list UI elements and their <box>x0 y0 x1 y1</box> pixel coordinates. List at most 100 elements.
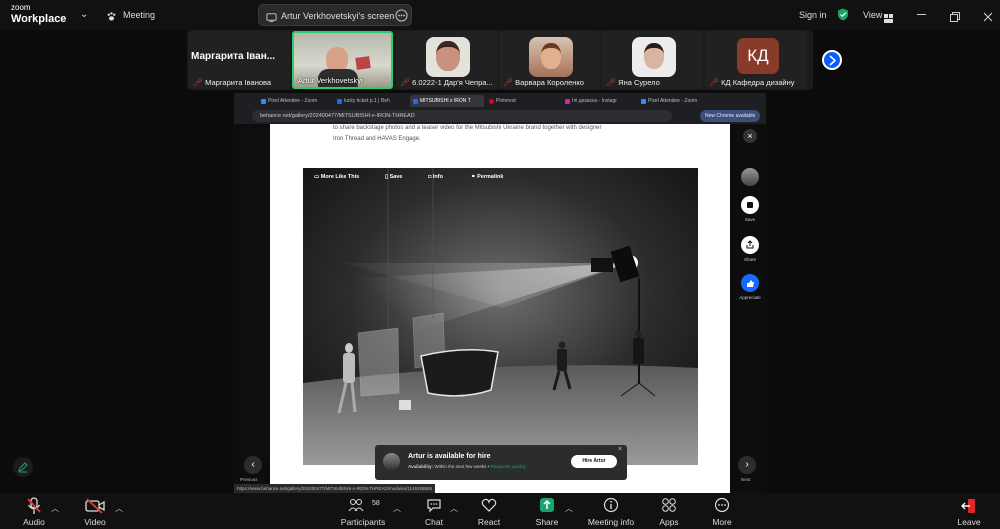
save-photo-button[interactable]: ▯ Save <box>385 174 402 180</box>
meeting-toolbar: Audio Video 58 Participants Chat React S… <box>0 493 1000 529</box>
save-side-label: Save <box>744 217 756 222</box>
minimize-icon[interactable] <box>917 14 926 15</box>
more-icon <box>714 497 730 513</box>
chat-label: Chat <box>425 517 443 527</box>
top-bar: zoom Workplace ⌄ Meeting Artur Verkhovet… <box>0 0 1000 30</box>
video-button[interactable]: Video <box>73 493 117 529</box>
sign-in-link[interactable]: Sign in <box>799 10 827 20</box>
more-label: More <box>712 517 732 527</box>
share-icon <box>746 240 754 249</box>
browser-tab-active[interactable]: MITSUBISHI x IRON T <box>410 95 484 107</box>
share-options-caret-icon[interactable]: ︿ <box>565 503 573 514</box>
wall-poster <box>355 56 371 70</box>
browser-tab[interactable]: Pinterest <box>486 95 560 107</box>
zoom-logo-small: zoom <box>11 3 31 12</box>
video-off-icon <box>85 498 105 514</box>
participant-initials: КД <box>737 38 779 74</box>
heart-icon <box>481 498 497 512</box>
chat-icon <box>427 499 441 513</box>
dismiss-banner-icon[interactable]: × <box>618 446 622 453</box>
screen-share-indicator[interactable]: Artur Verkhovetskyi's screen <box>258 4 412 26</box>
participant-tile[interactable]: Маргарита Іван... 🎤︎ Маргарита Іванова <box>189 31 290 89</box>
browser-tab[interactable]: Ілі дизаска - Instagr <box>562 95 636 107</box>
browser-tab[interactable]: Pixel Attendee - Zoom <box>638 95 712 107</box>
react-button[interactable]: React <box>473 493 505 529</box>
studio-shoot-image <box>303 168 698 465</box>
mic-muted-icon: 🎤︎ <box>503 78 514 87</box>
annotate-button[interactable] <box>13 457 33 477</box>
next-project-button[interactable]: › <box>738 456 756 474</box>
designer-avatar <box>383 453 400 470</box>
paw-icon <box>106 9 117 27</box>
previous-label: Previous <box>240 477 258 482</box>
more-options-icon[interactable] <box>395 9 408 27</box>
image-icon: ▭ <box>314 174 321 180</box>
browser-tab[interactable]: lucky ticket p.1 | Beh <box>334 95 408 107</box>
video-options-caret-icon[interactable]: ︿ <box>115 503 123 514</box>
share-label: Share <box>535 517 559 527</box>
hire-title: Artur is available for hire <box>408 453 491 460</box>
bookmark-icon <box>747 202 753 208</box>
chat-options-caret-icon[interactable]: ︿ <box>450 503 458 514</box>
participant-name: 🎤︎ 6.0222-1 Дар'я Чепра... <box>400 78 493 87</box>
share-side-button[interactable] <box>741 236 759 254</box>
leave-label: Leave <box>957 517 981 527</box>
more-button[interactable]: More <box>706 493 738 529</box>
participant-tile[interactable]: 🎤︎ Яна Сурело <box>602 31 703 89</box>
share-side-label: Share <box>743 257 756 262</box>
participant-name: 🎤︎ Маргарита Іванова <box>193 78 272 87</box>
owner-avatar[interactable] <box>741 168 759 186</box>
apps-icon <box>662 498 676 512</box>
project-intro-line1: to share backstage photos and a teaser v… <box>333 125 602 131</box>
permalink-button[interactable]: ⚭ Permalink <box>471 174 503 180</box>
leave-door-icon <box>961 499 975 513</box>
share-title: Artur Verkhovetskyi's screen <box>281 11 395 21</box>
grid-view-icon[interactable] <box>884 10 893 28</box>
browser-tab[interactable]: Pixel Attendee - Zoom <box>258 95 332 107</box>
appreciate-label: Appreciate <box>739 295 761 300</box>
leave-button[interactable]: Leave <box>952 493 986 529</box>
appreciate-button[interactable] <box>741 274 759 292</box>
mic-muted-icon: 🎤︎ <box>709 78 720 87</box>
thumbs-up-icon <box>747 280 754 287</box>
chevron-down-icon[interactable]: ⌄ <box>80 9 88 20</box>
chat-button[interactable]: Chat <box>418 493 450 529</box>
participant-tile-active[interactable]: Artur Verkhovetskyi <box>292 31 393 89</box>
next-label: Next <box>741 477 751 482</box>
more-like-this-button[interactable]: ▭ More Like This <box>314 174 359 180</box>
meeting-info-button[interactable]: Meeting info <box>584 493 638 529</box>
info-icon <box>603 497 619 513</box>
close-icon[interactable] <box>983 9 993 27</box>
apps-label: Apps <box>659 517 679 527</box>
hire-banner: Artur is available for hire Availability… <box>375 445 627 480</box>
participant-tile[interactable]: КД 🎤︎ КД Кафедра дизайну <box>705 31 806 89</box>
view-button[interactable]: View <box>863 10 882 20</box>
pen-icon <box>18 462 28 473</box>
shield-check-icon[interactable] <box>837 8 849 26</box>
mic-muted-icon: 🎤︎ <box>400 78 411 87</box>
save-side-button[interactable] <box>741 196 759 214</box>
gallery-next-button[interactable] <box>822 50 842 70</box>
previous-project-button[interactable]: ‹ <box>244 456 262 474</box>
participant-name: 🎤︎ КД Кафедра дизайну <box>709 78 795 87</box>
mic-off-icon <box>27 497 41 514</box>
restore-icon[interactable] <box>950 9 960 27</box>
participants-options-caret-icon[interactable]: ︿ <box>393 503 401 514</box>
audio-options-caret-icon[interactable]: ︿ <box>51 503 59 514</box>
chrome-update-badge[interactable]: New Chrome available <box>700 110 761 122</box>
address-bar[interactable]: behance.net/gallery/202400477/MITSUBISHI… <box>252 110 672 122</box>
audio-button[interactable]: Audio <box>12 493 56 529</box>
close-modal-button[interactable]: × <box>743 129 757 143</box>
info-button[interactable]: ◘ Info <box>428 174 443 180</box>
project-photo <box>303 168 698 465</box>
react-label: React <box>477 517 501 527</box>
participants-button[interactable]: 58 Participants <box>334 493 392 529</box>
hire-availability: Availability: Within the next few weeks … <box>408 464 526 469</box>
participant-tile[interactable]: 🎤︎ 6.0222-1 Дар'я Чепра... <box>396 31 497 89</box>
apps-button[interactable]: Apps <box>653 493 685 529</box>
participants-label: Participants <box>340 517 386 527</box>
participants-icon <box>348 499 364 512</box>
hire-button[interactable]: Hire Artur <box>571 455 617 468</box>
participant-tile[interactable]: 🎤︎ Варвара Короленко <box>499 31 600 89</box>
share-screen-button[interactable]: Share <box>530 493 564 529</box>
